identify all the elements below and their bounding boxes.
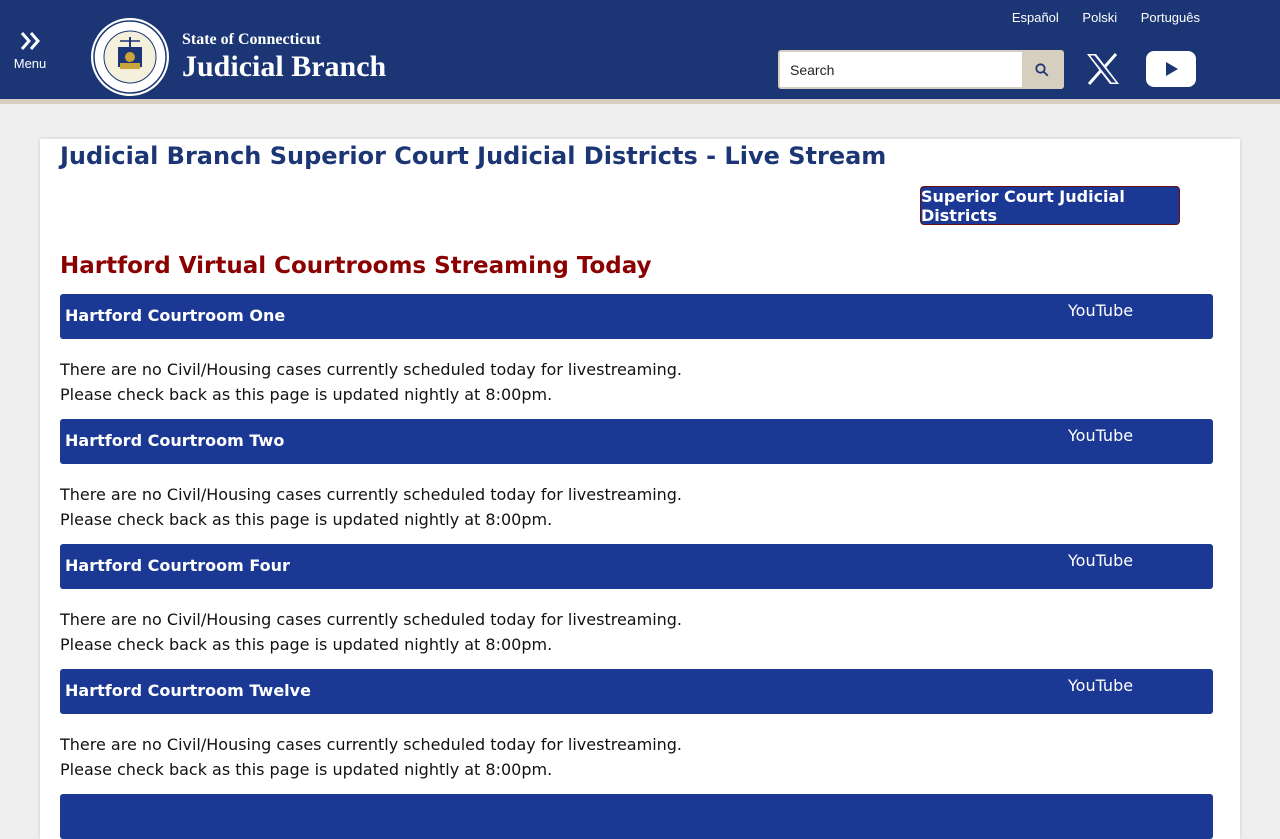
courtroom-message-line: Please check back as this page is update… [60,635,553,654]
search-box [778,50,1064,89]
youtube-link[interactable]: YouTube [1068,676,1133,696]
courtroom-item: Hartford Courtroom Twelve YouTube There … [60,669,1213,782]
site-header: Menu State of Connecticut Judicial Branc… [0,0,1280,104]
youtube-channel-button[interactable] [1146,51,1196,87]
courtroom-message-line: Please check back as this page is update… [60,510,553,529]
courtroom-message: There are no Civil/Housing cases current… [60,482,1213,532]
brand-state-label: State of Connecticut [182,31,321,48]
courtroom-header-bar: Hartford Courtroom One YouTube [60,294,1213,339]
menu-label: Menu [13,56,47,71]
courtroom-header-bar [60,794,1213,839]
youtube-play-icon [1166,62,1178,76]
courtroom-message-line: Please check back as this page is update… [60,760,553,779]
x-logo-icon[interactable] [1085,52,1121,86]
youtube-link[interactable]: YouTube [1068,301,1133,321]
courtroom-message: There are no Civil/Housing cases current… [60,732,1213,782]
courtroom-message: There are no Civil/Housing cases current… [60,357,1213,407]
youtube-link[interactable]: YouTube [1068,551,1133,571]
menu-button[interactable]: Menu [10,30,50,80]
courtroom-name: Hartford Courtroom One [65,306,286,325]
courtroom-item: Hartford Courtroom Two YouTube There are… [60,419,1213,532]
brand-title[interactable]: State of Connecticut Judicial Branch [182,30,386,84]
courtroom-message-line: There are no Civil/Housing cases current… [60,610,683,629]
brand-branch-label: Judicial Branch [182,50,387,83]
courtroom-item-partial [60,794,1213,839]
courtroom-message-line: Please check back as this page is update… [60,385,553,404]
courtroom-header-bar: Hartford Courtroom Two YouTube [60,419,1213,464]
courtroom-name: Hartford Courtroom Two [65,431,285,450]
section-title: Hartford Virtual Courtrooms Streaming To… [60,253,652,279]
superior-court-districts-button[interactable]: Superior Court Judicial Districts [920,186,1180,225]
double-chevron-right-icon [20,32,40,50]
search-icon [1035,62,1049,76]
courtroom-message: There are no Civil/Housing cases current… [60,607,1213,657]
language-links: Español Polski Português [992,10,1200,25]
courtroom-message-line: There are no Civil/Housing cases current… [60,485,683,504]
state-seal-logo[interactable] [90,17,170,97]
courtroom-header-bar: Hartford Courtroom Twelve YouTube [60,669,1213,714]
search-button[interactable] [1022,52,1062,87]
page-title: Judicial Branch Superior Court Judicial … [60,142,887,170]
courtroom-item: Hartford Courtroom Four YouTube There ar… [60,544,1213,657]
lang-link-portugues[interactable]: Português [1141,10,1200,25]
lang-link-espanol[interactable]: Español [1012,10,1059,25]
courtroom-name: Hartford Courtroom Twelve [65,681,311,700]
search-input[interactable] [780,52,1026,87]
main-content: Judicial Branch Superior Court Judicial … [40,139,1240,839]
courtroom-item: Hartford Courtroom One YouTube There are… [60,294,1213,407]
courtroom-message-line: There are no Civil/Housing cases current… [60,735,683,754]
courtroom-message-line: There are no Civil/Housing cases current… [60,360,683,379]
lang-link-polski[interactable]: Polski [1082,10,1117,25]
courtroom-name: Hartford Courtroom Four [65,556,290,575]
youtube-link[interactable]: YouTube [1068,426,1133,446]
courtroom-header-bar: Hartford Courtroom Four YouTube [60,544,1213,589]
